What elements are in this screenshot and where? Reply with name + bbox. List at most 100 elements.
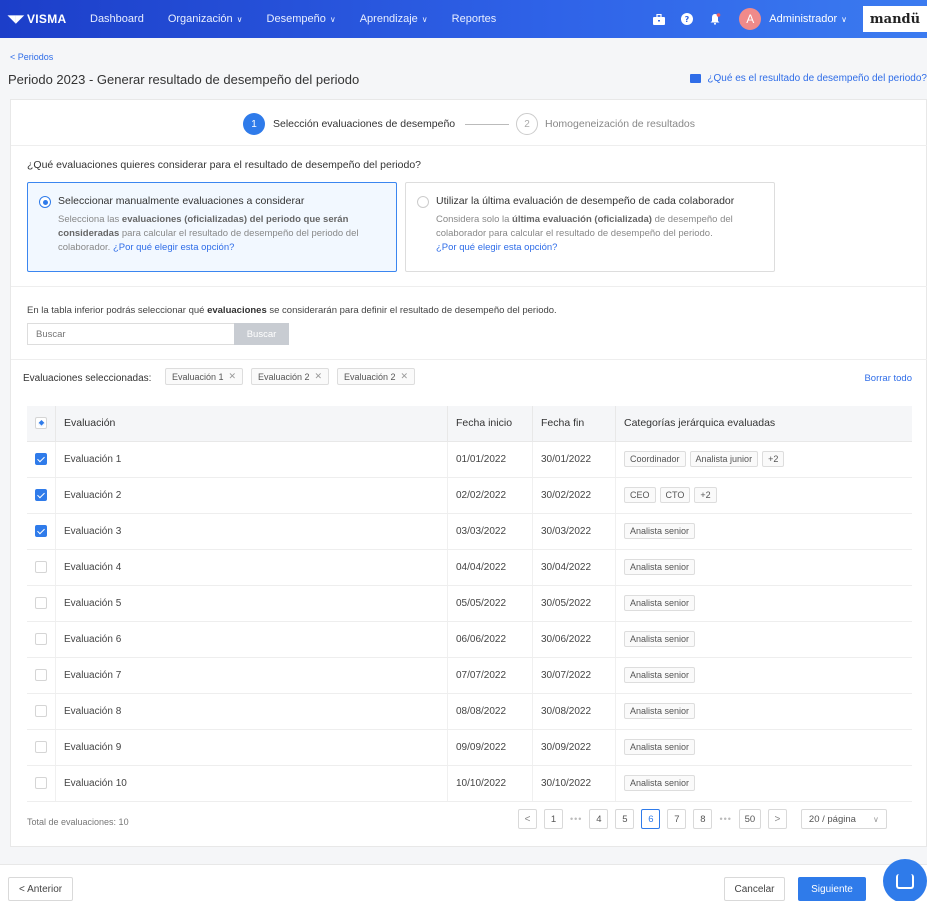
help-icon[interactable]: ?: [673, 0, 701, 38]
cancel-button[interactable]: Cancelar: [724, 877, 785, 901]
table-row[interactable]: Evaluación 6 06/06/2022 30/06/2022 Analista…: [27, 621, 912, 658]
radio-manual[interactable]: [39, 196, 51, 208]
row-checkbox[interactable]: [35, 777, 47, 789]
evaluation-name: Evaluación 4: [55, 549, 448, 586]
end-date: 30/09/2022: [532, 729, 616, 766]
row-checkbox[interactable]: [35, 489, 47, 501]
header-evaluacion: Evaluación: [55, 406, 448, 442]
evaluation-name: Evaluación 10: [55, 765, 448, 802]
option-last-why-link[interactable]: ¿Por qué elegir esta opción?: [436, 242, 557, 253]
nav-dashboard[interactable]: Dashboard: [78, 0, 156, 38]
search-input[interactable]: [27, 323, 235, 345]
mandu-logo: mandü: [863, 6, 927, 32]
select-all-checkbox[interactable]: [35, 417, 47, 430]
book-icon: [690, 74, 702, 83]
table-row[interactable]: Evaluación 1 01/01/2022 30/01/2022 Coordina…: [27, 441, 912, 478]
evaluation-name: Evaluación 8: [55, 693, 448, 730]
nav-aprendizaje[interactable]: Aprendizaje ∨: [348, 0, 440, 38]
row-checkbox[interactable]: [35, 669, 47, 681]
row-checkbox[interactable]: [35, 525, 47, 537]
categories-cell: Analista senior: [615, 549, 912, 586]
table-row[interactable]: Evaluación 10 10/10/2022 30/10/2022 Analist…: [27, 765, 912, 802]
page-button[interactable]: 50: [738, 809, 761, 829]
briefcase-icon[interactable]: [645, 0, 673, 38]
row-checkbox[interactable]: [35, 597, 47, 609]
page-size-select[interactable]: 20 / página ∨: [800, 809, 887, 829]
pagination-ellipsis[interactable]: •••: [570, 814, 582, 824]
nav-desempeno-label: Desempeño: [266, 13, 326, 25]
row-checkbox[interactable]: [35, 561, 47, 573]
category-tag: Analista junior: [689, 451, 759, 467]
option-last[interactable]: Utilizar la última evaluación de desempe…: [405, 182, 775, 272]
option-last-desc-1: Considera solo la: [436, 214, 513, 225]
previous-button[interactable]: < Anterior: [8, 877, 74, 901]
row-checkbox-cell: [27, 441, 56, 478]
category-tag: CTO: [659, 487, 691, 503]
visma-mark-icon: ◥◤: [8, 13, 24, 25]
visma-logo[interactable]: ◥◤ VISMA: [0, 12, 78, 26]
search-button[interactable]: Buscar: [234, 323, 289, 345]
table-row[interactable]: Evaluación 9 09/09/2022 30/09/2022 Analista…: [27, 729, 912, 766]
end-date: 30/02/2022: [532, 477, 616, 514]
page-button-current[interactable]: 6: [641, 809, 661, 829]
page-button[interactable]: 1: [544, 809, 563, 829]
prev-page-button[interactable]: <: [518, 809, 537, 829]
radio-last[interactable]: [417, 196, 429, 208]
table-row[interactable]: Evaluación 8 08/08/2022 30/08/2022 Analista…: [27, 693, 912, 730]
close-icon[interactable]: ✕: [401, 371, 409, 382]
end-date: 30/05/2022: [532, 585, 616, 622]
nav-organizacion[interactable]: Organización ∨: [156, 0, 255, 38]
close-icon[interactable]: ✕: [315, 371, 323, 382]
evaluations-table: Evaluación Fecha inicio Fecha fin Catego…: [27, 406, 912, 802]
option-manual-why-link[interactable]: ¿Por qué elegir esta opción?: [113, 242, 234, 253]
table-row[interactable]: Evaluación 3 03/03/2022 30/03/2022 Analista…: [27, 513, 912, 550]
table-row[interactable]: Evaluación 2 02/02/2022 30/02/2022 CEO CTO +2: [27, 477, 912, 514]
evaluation-name: Evaluación 5: [55, 585, 448, 622]
table-row[interactable]: Evaluación 5 05/05/2022 30/05/2022 Analista…: [27, 585, 912, 622]
evaluation-question: ¿Qué evaluaciones quieres considerar par…: [27, 159, 422, 171]
back-to-periods-link[interactable]: < Periodos: [10, 52, 53, 62]
row-checkbox[interactable]: [35, 633, 47, 645]
row-checkbox[interactable]: [35, 741, 47, 753]
table-row[interactable]: Evaluación 4 04/04/2022 30/04/2022 Analista…: [27, 549, 912, 586]
page-button[interactable]: 4: [589, 809, 609, 829]
start-date: 08/08/2022: [447, 693, 533, 730]
option-manual-desc-1: Selecciona las: [58, 214, 122, 225]
next-page-button[interactable]: >: [767, 809, 787, 829]
option-last-title: Utilizar la última evaluación de desempe…: [436, 195, 735, 207]
clear-all-link[interactable]: Borrar todo: [864, 373, 912, 384]
categories-cell: Analista senior: [615, 765, 912, 802]
categories-cell: Analista senior: [615, 693, 912, 730]
option-manual-title: Seleccionar manualmente evaluaciones a c…: [58, 195, 305, 207]
chevron-down-icon: ∨: [873, 814, 879, 824]
avatar[interactable]: A: [739, 8, 762, 30]
row-checkbox[interactable]: [35, 453, 47, 465]
nav-desempeno[interactable]: Desempeño ∨: [255, 0, 348, 38]
user-menu[interactable]: Administrador ∨: [769, 13, 847, 25]
row-checkbox[interactable]: [35, 705, 47, 717]
table-row[interactable]: Evaluación 7 07/07/2022 30/07/2022 Analista…: [27, 657, 912, 694]
selected-chip: Evaluación 2 ✕: [337, 368, 416, 385]
next-button[interactable]: Siguiente: [798, 877, 866, 901]
help-link[interactable]: ¿Qué es el resultado de desempeño del pe…: [690, 73, 927, 84]
divider: [11, 359, 927, 360]
category-tag: Analista senior: [624, 739, 696, 755]
close-icon[interactable]: ✕: [229, 371, 237, 382]
option-manual[interactable]: Seleccionar manualmente evaluaciones a c…: [27, 182, 397, 272]
end-date: 30/07/2022: [532, 657, 616, 694]
nav-reportes[interactable]: Reportes: [440, 0, 509, 38]
page-button[interactable]: 8: [693, 809, 713, 829]
page-button[interactable]: 7: [667, 809, 687, 829]
total-count: Total de evaluaciones: 10: [27, 817, 129, 827]
option-last-desc-2: última evaluación (oficializada): [512, 214, 652, 225]
page-button[interactable]: 5: [615, 809, 635, 829]
selected-label: Evaluaciones seleccionadas:: [23, 373, 152, 384]
bell-icon[interactable]: [701, 0, 729, 38]
chat-icon: [896, 873, 914, 889]
help-link-label: ¿Qué es el resultado de desempeño del pe…: [707, 73, 927, 84]
top-nav: ◥◤ VISMA Dashboard Organización ∨ Desempeñ…: [0, 0, 927, 38]
categories-cell: Analista senior: [615, 513, 912, 550]
evaluation-name: Evaluación 2: [55, 477, 448, 514]
pagination-ellipsis[interactable]: •••: [719, 814, 731, 824]
chat-button[interactable]: [883, 859, 927, 901]
